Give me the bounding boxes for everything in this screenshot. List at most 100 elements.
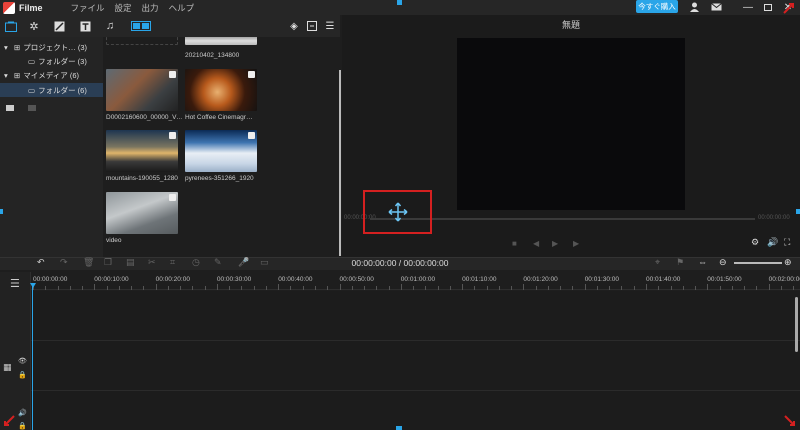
ruler-tick-mark [511,286,513,290]
ruler-tick-mark [351,286,353,290]
ruler-tick-mark [793,286,795,290]
ruler-tick-mark [719,286,721,290]
menu-help[interactable]: ヘルプ [169,2,195,14]
resize-handle-top[interactable] [397,0,402,5]
filters-tab-icon[interactable] [52,19,66,33]
maximize-button[interactable] [758,0,778,15]
fit-timeline-icon[interactable]: ⇔ [698,257,707,267]
ruler-tick-mark [131,286,133,290]
playhead-marker[interactable] [30,283,36,288]
split-screen-tab-icon[interactable] [130,19,152,33]
resize-corner-icon[interactable] [2,414,16,428]
buy-now-button[interactable]: 今すぐ購入 [636,0,678,13]
ruler-tick-mark [756,286,758,290]
menu-file[interactable]: ファイル [71,2,105,14]
stop-icon[interactable]: ■ [512,239,517,248]
minimize-button[interactable]: — [738,0,758,15]
resize-handle-bottom[interactable] [396,426,402,430]
media-thumbnail[interactable] [106,69,178,111]
marker-icon[interactable]: ⚑ [676,257,684,268]
zoom-out-icon[interactable]: ⊖ [719,257,727,268]
ruler-tick-label: 00:00:40:00 [278,276,313,283]
ruler-tick-label: 00:01:30:00 [584,276,620,283]
media-thumbnail[interactable] [106,130,178,172]
account-icon[interactable] [689,2,700,12]
media-scrollbar[interactable] [339,70,341,256]
media-thumbnail[interactable] [185,69,257,111]
ruler-tick-mark [474,286,476,290]
ruler-tick-mark [376,286,378,290]
preview-settings-icon[interactable]: ⚙ [751,237,759,248]
add-folder-icon[interactable] [6,105,14,111]
tree-item-media-folder[interactable]: ▭ フォルダー (6) [0,83,103,97]
ruler-tick-mark [229,286,231,290]
ruler-tick-mark [658,286,660,290]
playhead[interactable] [32,283,33,430]
media-thumbnail[interactable] [106,192,178,234]
sort-icon[interactable]: ☰ [323,19,337,33]
media-label: Hot Coffee Cinemagr… [185,114,253,121]
lock-icon[interactable]: 🔒 [18,371,27,379]
video-badge-icon [169,71,176,78]
mail-icon[interactable] [711,2,722,12]
tree-item-project-folder[interactable]: ▭ フォルダー (3) [0,54,103,68]
import-icon[interactable] [305,19,319,33]
minimize-icon: — [743,2,753,13]
effects-tab-icon[interactable]: ✲ [27,19,41,33]
image-badge-icon [169,132,176,139]
audio-track-icon[interactable]: 🔊 [18,409,27,417]
ruler-tick-mark [241,286,243,290]
play-icon[interactable]: ▶ [552,239,558,248]
maximize-icon [764,4,772,11]
zoom-in-icon[interactable]: ⊕ [784,257,792,268]
music-tab-icon[interactable]: ♫ [103,19,117,33]
ruler-tick-mark [278,284,280,290]
track-menu-icon[interactable]: ☰ [10,277,20,290]
ruler-tick-label: 00:00:00:00 [33,276,68,283]
expand-icon[interactable]: ▾ [4,71,12,80]
ruler-tick-mark [744,286,746,290]
ruler-tick-label: 00:00:30:00 [216,276,252,283]
ruler-tick-mark [400,284,402,290]
media-thumbnail[interactable] [185,130,257,172]
media-tab-icon[interactable] [4,19,18,33]
timeline-tracks[interactable] [31,291,800,430]
resize-handle-left[interactable] [0,209,3,214]
timeline-scrollbar[interactable] [795,297,798,352]
next-frame-icon[interactable]: ▶ [573,239,579,248]
ruler-tick-mark [364,286,366,290]
media-toolbar: ✲ ♫ ◈ ☰ [0,15,340,37]
expand-icon[interactable]: ▾ [4,43,12,52]
previous-frame-icon[interactable]: ◀ [533,239,539,248]
tree-item-my-media[interactable]: ▾ ⊞ マイメディア (6) [0,68,103,82]
ruler-tick-mark [192,286,194,290]
ruler-tick-label: 00:01:00:00 [400,276,436,283]
app-name: Filme [19,2,43,13]
resize-corner-icon[interactable] [783,2,797,14]
media-label: mountains-190055_1280 [106,175,178,182]
text-tab-icon[interactable] [78,19,92,33]
volume-icon[interactable]: 🔊 [767,237,778,248]
media-thumbnail[interactable] [185,37,257,45]
layers-icon[interactable]: ◈ [287,19,301,33]
tree-item-projects[interactable]: ▾ ⊞ プロジェクト… (3) [0,40,103,54]
ruler-tick-mark [609,286,611,290]
ruler-tick-mark [204,286,206,290]
resize-corner-icon[interactable] [783,414,797,428]
zoom-slider[interactable] [734,262,782,264]
delete-folder-icon[interactable] [28,105,36,111]
lock-icon[interactable]: 🔒 [18,422,27,430]
video-track-icon: ▦ [3,362,12,372]
tree-item-label: マイメディア (6) [23,70,80,80]
preview-canvas[interactable] [457,38,685,210]
visibility-icon[interactable]: 👁 [18,357,27,365]
menu-export[interactable]: 出力 [142,2,159,14]
snap-icon[interactable]: ⌖ [655,257,660,268]
menu-settings[interactable]: 設定 [115,2,132,14]
ruler-tick-mark [498,286,500,290]
ruler-tick-mark [523,284,525,290]
ruler-tick-mark [302,286,304,290]
fullscreen-icon[interactable]: ⛶ [784,237,790,248]
resize-handle-right[interactable] [796,209,800,214]
media-thumbnail[interactable] [106,37,178,45]
